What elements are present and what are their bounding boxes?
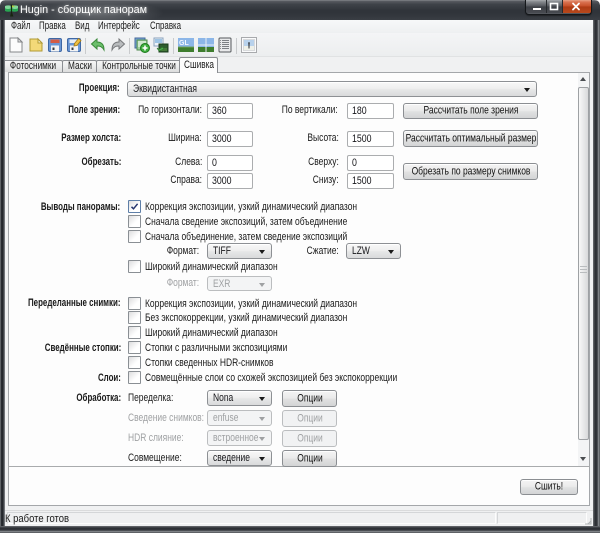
svg-text:GL: GL — [179, 40, 189, 47]
